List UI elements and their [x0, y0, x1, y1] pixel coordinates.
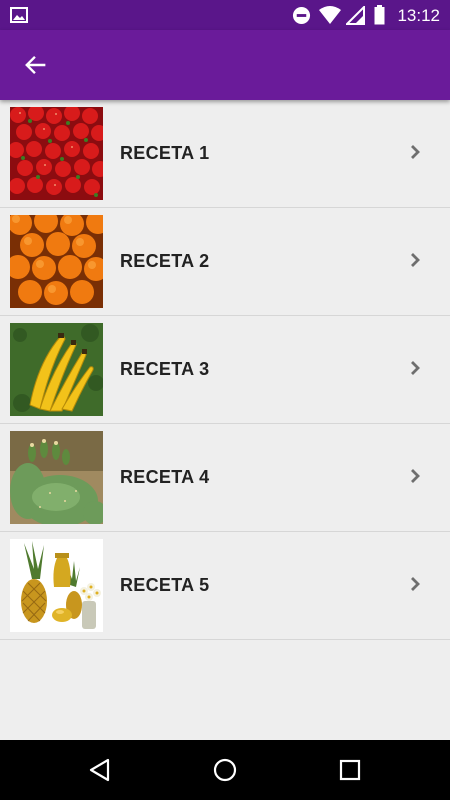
oranges-image — [10, 215, 103, 308]
chevron-right-icon — [411, 145, 420, 159]
image-icon — [10, 7, 28, 23]
status-bar: 13:12 — [0, 0, 450, 30]
home-circle-icon — [213, 758, 237, 782]
bananas-image — [10, 323, 103, 416]
chevron-right-icon — [411, 577, 420, 591]
recipe-label: RECETA 1 — [120, 143, 210, 163]
app-bar — [0, 30, 450, 100]
signal-icon — [346, 6, 365, 25]
back-button[interactable] — [16, 47, 54, 83]
cactus-nopal-image — [10, 431, 103, 524]
recipe-list: RECETA 1 RECETA 2 RECETA 3 RECETA 4 RECE… — [0, 100, 450, 640]
recipe-label: RECETA 5 — [120, 575, 210, 595]
recipe-item-1[interactable]: RECETA 1 — [0, 100, 450, 208]
recipe-label: RECETA 4 — [120, 467, 210, 487]
do-not-disturb-icon — [292, 6, 311, 25]
back-triangle-icon — [89, 758, 110, 782]
arrow-back-icon — [25, 55, 46, 75]
recipe-label: RECETA 3 — [120, 359, 210, 379]
wifi-icon — [319, 6, 341, 24]
status-time: 13:12 — [397, 6, 440, 25]
recipe-item-5[interactable]: RECETA 5 — [0, 532, 450, 640]
nav-back-button[interactable] — [85, 755, 115, 785]
nav-bar — [0, 740, 450, 800]
nav-home-button[interactable] — [210, 755, 240, 785]
chevron-right-icon — [411, 253, 420, 267]
strawberries-image — [10, 107, 103, 200]
battery-icon — [374, 5, 385, 25]
recents-square-icon — [339, 759, 361, 781]
recipe-label: RECETA 2 — [120, 251, 210, 271]
nav-recents-button[interactable] — [335, 755, 365, 785]
recipe-item-3[interactable]: RECETA 3 — [0, 316, 450, 424]
chevron-right-icon — [411, 361, 420, 375]
recipe-item-4[interactable]: RECETA 4 — [0, 424, 450, 532]
chevron-right-icon — [411, 469, 420, 483]
recipe-item-2[interactable]: RECETA 2 — [0, 208, 450, 316]
pineapple-image — [10, 539, 103, 632]
